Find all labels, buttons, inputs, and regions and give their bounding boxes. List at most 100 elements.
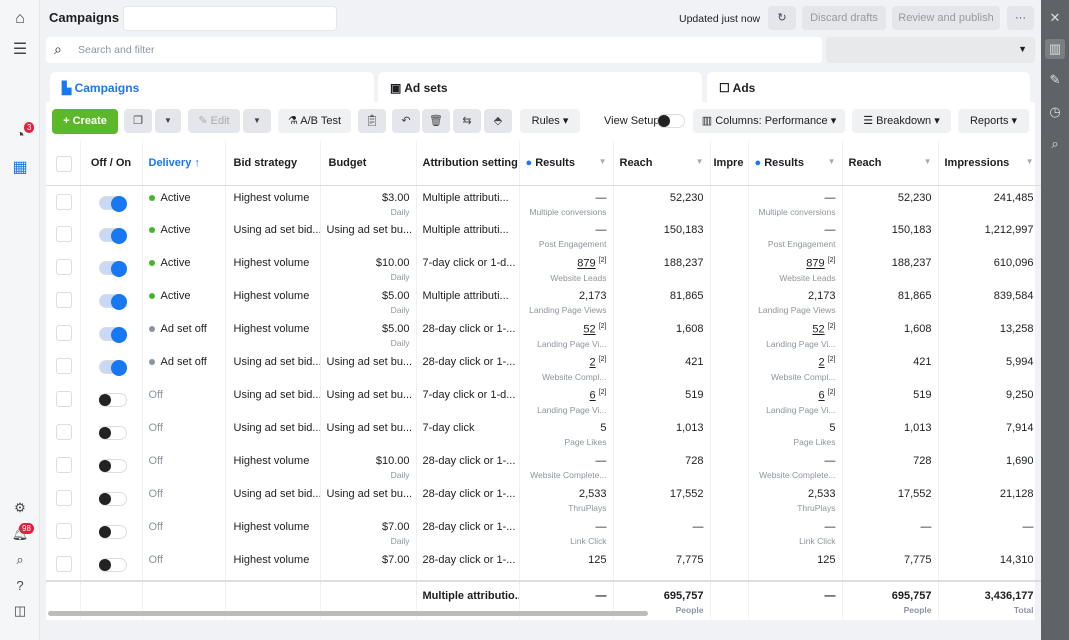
results-value[interactable]: — [596, 192, 607, 204]
search-icon[interactable]: ⌕ [10, 550, 30, 570]
col-delivery[interactable]: Delivery ↑ [142, 141, 226, 186]
on-off-toggle[interactable] [98, 525, 127, 539]
search-bar[interactable]: ⌕ Search and filter [46, 37, 822, 63]
row-checkbox[interactable] [56, 292, 72, 308]
row-select[interactable] [46, 284, 81, 317]
more-button[interactable]: ··· [1007, 6, 1034, 30]
col-reach-2[interactable]: Reach ▼ [842, 141, 939, 186]
table-row[interactable]: Active Using ad set bid... Using ad set … [46, 218, 1041, 251]
on-off-toggle[interactable] [98, 558, 127, 572]
on-off-toggle[interactable] [98, 492, 127, 506]
row-checkbox[interactable] [56, 193, 72, 210]
table-row[interactable]: Active Highest volume $10.00 Daily 7-day … [46, 251, 1041, 284]
results-value[interactable]: 125 [588, 554, 606, 566]
results-value[interactable]: 2,173 [808, 290, 836, 302]
rules-button[interactable]: Rules ▾ [520, 109, 580, 133]
row-checkbox[interactable] [56, 556, 72, 572]
table-row[interactable]: Off Highest volume $7.00 28-day click or… [46, 548, 1041, 581]
results-value[interactable]: 5 [600, 422, 606, 434]
horizontal-scrollbar[interactable] [48, 611, 648, 616]
tab-ads[interactable]: ☐ Ads [707, 72, 1030, 104]
results-value[interactable]: — [825, 521, 836, 533]
results-value[interactable]: 2,533 [808, 488, 836, 500]
ab-test-button[interactable]: ⚗ A/B Test [278, 109, 351, 133]
row-select[interactable] [46, 416, 81, 449]
row-checkbox[interactable] [56, 457, 72, 473]
home-icon[interactable]: ⌂ [10, 9, 30, 29]
row-select[interactable] [46, 383, 81, 416]
tag-icon[interactable]: ⬘ [484, 109, 512, 133]
col-impressions-partial[interactable]: Impre [710, 141, 749, 186]
col-results[interactable]: ● Results ▼ [519, 141, 614, 186]
on-off-toggle[interactable] [98, 294, 127, 310]
on-off-toggle[interactable] [98, 426, 127, 440]
row-select[interactable] [46, 317, 81, 350]
row-checkbox[interactable] [56, 391, 72, 407]
search-input[interactable]: Search and filter [78, 44, 154, 56]
results-value[interactable]: — [596, 455, 607, 467]
close-icon[interactable]: ✕ [1045, 8, 1065, 28]
col-off-on[interactable]: Off / On [80, 141, 143, 186]
duplicate-dropdown[interactable]: ▼ [155, 109, 181, 133]
on-off-toggle[interactable] [98, 393, 127, 407]
date-range-dropdown[interactable]: ▼ [826, 37, 1035, 63]
on-off-toggle[interactable] [98, 459, 127, 473]
table-row[interactable]: Off Using ad set bid... Using ad set bu.… [46, 383, 1041, 416]
table-row[interactable]: Off Highest volume $7.00 Daily 28-day cli… [46, 515, 1041, 548]
results-value[interactable]: 2 [819, 357, 825, 369]
preview-icon[interactable]: ⇆ [453, 109, 481, 133]
row-checkbox[interactable] [56, 325, 72, 341]
row-select[interactable] [46, 548, 81, 581]
table-row[interactable]: Off Using ad set bid... Using ad set bu.… [46, 416, 1041, 449]
duplicate-icon[interactable]: ❐ [124, 109, 152, 133]
review-publish-button[interactable]: Review and publish [892, 6, 1000, 30]
row-select[interactable] [46, 449, 81, 482]
results-value[interactable]: 2,173 [579, 290, 607, 302]
table-row[interactable]: Ad set off Using ad set bid... Using ad … [46, 350, 1041, 383]
columns-dropdown[interactable]: ▥ Columns: Performance ▾ [693, 109, 845, 133]
results-value[interactable]: 5 [829, 422, 835, 434]
on-off-toggle[interactable] [98, 228, 127, 244]
results-value[interactable]: — [825, 455, 836, 467]
row-select[interactable] [46, 482, 81, 515]
discard-drafts-button[interactable]: Discard drafts [802, 6, 886, 30]
table-row[interactable]: Ad set off Highest volume $5.00 Daily 28-… [46, 317, 1041, 350]
table-row[interactable]: Off Using ad set bid... Using ad set bu.… [46, 482, 1041, 515]
edit-button[interactable]: ✎ Edit [188, 109, 240, 133]
select-all[interactable] [46, 141, 81, 186]
results-value[interactable]: 52 [812, 324, 824, 336]
table-row[interactable]: Off Highest volume $10.00 Daily 28-day cl… [46, 449, 1041, 482]
zoom-icon[interactable]: ⌕ [1045, 134, 1065, 154]
edit-dropdown[interactable]: ▼ [243, 109, 271, 133]
row-checkbox[interactable] [56, 226, 72, 242]
row-select[interactable] [46, 218, 81, 251]
panel-icon[interactable]: ◫ [10, 601, 30, 621]
row-checkbox[interactable] [56, 358, 72, 374]
reports-dropdown[interactable]: Reports ▾ [958, 109, 1029, 133]
on-off-toggle[interactable] [98, 360, 127, 376]
chart-icon[interactable]: ▥ [1045, 39, 1065, 59]
on-off-toggle[interactable] [98, 261, 127, 277]
row-select[interactable] [46, 185, 81, 218]
col-bid-strategy[interactable]: Bid strategy [225, 141, 321, 186]
col-impressions[interactable]: Impressions ▼ [938, 141, 1041, 186]
campaign-name-field[interactable] [123, 6, 337, 31]
pencil-icon[interactable]: ✎ [1045, 70, 1065, 90]
on-off-toggle[interactable] [98, 327, 127, 343]
results-value[interactable]: 52 [583, 324, 595, 336]
results-value[interactable]: 879 [577, 258, 595, 270]
tab-ad-sets[interactable]: ▣ Ad sets [378, 72, 702, 104]
results-value[interactable]: 6 [819, 390, 825, 402]
results-value[interactable]: 2 [590, 357, 596, 369]
create-button[interactable]: + Create [52, 109, 118, 134]
menu-icon[interactable]: ☰ [10, 40, 30, 60]
trash-icon[interactable]: 🗑︎ [422, 109, 450, 133]
select-all-checkbox[interactable] [56, 155, 72, 172]
view-setup-toggle[interactable] [657, 114, 685, 128]
table-row[interactable]: Active Highest volume $3.00 Daily Multipl… [46, 185, 1041, 218]
results-value[interactable]: 879 [806, 258, 824, 270]
breakdown-dropdown[interactable]: ☰ Breakdown ▾ [852, 109, 951, 133]
on-off-toggle[interactable] [98, 195, 127, 212]
col-results-2[interactable]: ● Results ▼ [748, 141, 843, 186]
results-value[interactable]: — [596, 224, 607, 236]
